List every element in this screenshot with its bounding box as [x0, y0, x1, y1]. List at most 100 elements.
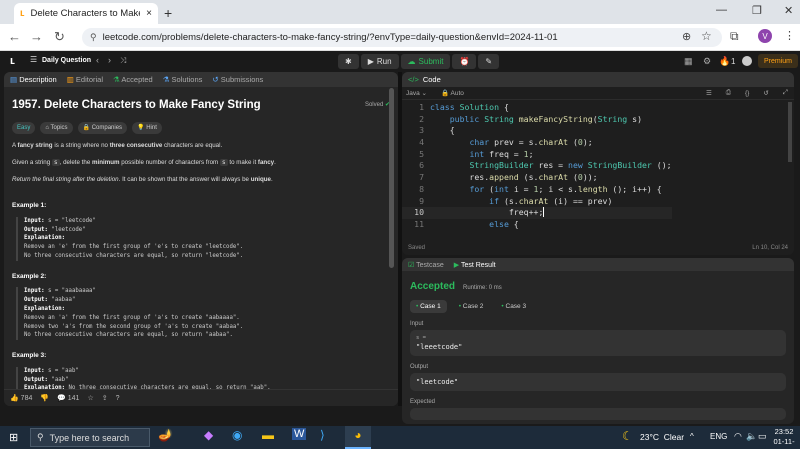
dislike-icon[interactable]: 👎: [40, 394, 49, 402]
browser-tab[interactable]: ʟ Delete Characters to Make Fanc ×: [14, 3, 158, 24]
next-problem-icon[interactable]: ›: [108, 55, 111, 65]
word-icon[interactable]: W: [292, 428, 307, 440]
flask-icon: ⚗: [113, 75, 120, 84]
chrome-taskbar-button[interactable]: ◕: [345, 426, 371, 449]
address-bar[interactable]: ⚲ leetcode.com/problems/delete-character…: [82, 28, 722, 47]
clock[interactable]: 23:52 01-11-2024: [768, 427, 800, 449]
editor-toolbar: Java ⌄ 🔒 Auto ☰ ⎙ {} ↺ ⤢: [402, 87, 794, 100]
code-line[interactable]: 6 StringBuilder res = new StringBuilder …: [402, 160, 672, 172]
tab-description[interactable]: ▤ Description: [10, 75, 57, 84]
share-icon[interactable]: ⇪: [102, 394, 108, 402]
maximize-icon[interactable]: ❐: [752, 4, 762, 17]
code-line[interactable]: 5 int freq = 1;: [402, 149, 672, 161]
tab-accepted[interactable]: ⚗ Accepted: [113, 75, 153, 84]
code-line[interactable]: 8 for (int i = 1; i < s.length (); i++) …: [402, 184, 672, 196]
site-info-icon[interactable]: ⚲: [90, 32, 97, 43]
code-line[interactable]: 7 res.append (s.charAt (0));: [402, 172, 672, 184]
case-3-tab[interactable]: • Case 3: [495, 300, 532, 313]
prev-problem-icon[interactable]: ‹: [96, 55, 99, 65]
history-icon: ↺: [212, 75, 219, 84]
vscode-icon[interactable]: ⟩: [320, 428, 325, 442]
daily-question-label[interactable]: Daily Question: [42, 57, 91, 64]
reset-icon[interactable]: ↺: [763, 89, 768, 97]
close-tab-icon[interactable]: ×: [146, 8, 152, 19]
favorite-star-icon[interactable]: ☆: [87, 394, 93, 402]
code-line[interactable]: 1 class Solution {: [402, 102, 672, 114]
format-code-icon[interactable]: {}: [745, 90, 749, 97]
tray-chevron-icon[interactable]: ^: [690, 432, 694, 441]
browser-menu-icon[interactable]: ⋮: [784, 29, 795, 42]
tab-test-result[interactable]: ▶ Test Result: [454, 261, 496, 269]
bookmark-icon[interactable]: ⎙: [726, 89, 731, 97]
zoom-icon[interactable]: ⊕: [682, 30, 691, 43]
code-line[interactable]: 3 {: [402, 125, 672, 137]
comment-icon: 💬: [57, 395, 66, 402]
profile-avatar[interactable]: V: [758, 29, 772, 43]
example-3: Example 3: Input: s = "aab" Output: "aab…: [12, 351, 390, 394]
editor-scrollbar[interactable]: [788, 102, 792, 162]
wifi-icon[interactable]: ◠: [734, 431, 742, 442]
saved-status: Saved: [408, 245, 426, 251]
extensions-icon[interactable]: ⧉: [730, 29, 739, 44]
auto-mode-toggle[interactable]: 🔒 Auto: [441, 89, 464, 97]
code-title: Code: [422, 75, 441, 84]
settings-gear-icon[interactable]: ⚙: [703, 56, 711, 67]
hint-chip[interactable]: 💡 Hint: [132, 121, 162, 135]
leetcode-logo-icon[interactable]: ʟ: [10, 55, 15, 67]
submit-label: Submit: [418, 57, 444, 66]
close-window-icon[interactable]: ✕: [784, 4, 793, 17]
code-line[interactable]: 11 else {: [402, 219, 672, 231]
battery-icon[interactable]: ▭: [758, 431, 767, 442]
companies-chip[interactable]: 🔒 Companies: [77, 121, 128, 135]
tab-submissions[interactable]: ↺ Submissions: [212, 75, 263, 84]
tab-solutions[interactable]: ⚗ Solutions: [163, 75, 203, 84]
windows-start-icon[interactable]: ⊞: [9, 431, 18, 444]
bug-icon: ✱: [345, 57, 352, 66]
new-tab-button[interactable]: +: [164, 5, 172, 21]
problem-list-icon[interactable]: ☰: [30, 55, 40, 66]
description-tabs: ▤ Description ▥ Editorial ⚗ Accepted ⚗ S…: [4, 72, 398, 87]
code-panel: </> Code Java ⌄ 🔒 Auto ☰ ⎙ {} ↺ ⤢ 1 class…: [402, 72, 794, 255]
fullscreen-icon[interactable]: ⤢: [783, 89, 788, 97]
notes-icon[interactable]: ☰: [706, 89, 712, 97]
language-indicator[interactable]: ENG: [710, 432, 727, 441]
forward-icon[interactable]: →: [30, 29, 43, 44]
layout-icon[interactable]: ▦: [684, 56, 693, 67]
tab-editorial[interactable]: ▥ Editorial: [67, 75, 103, 84]
diwali-widget-icon[interactable]: 🪔: [158, 428, 173, 442]
submit-button[interactable]: ☁ Submit: [400, 54, 451, 69]
debug-button[interactable]: ✱: [338, 54, 359, 69]
language-select[interactable]: Java ⌄: [406, 89, 427, 97]
copilot-icon[interactable]: ◆: [204, 428, 213, 442]
code-editor[interactable]: 1 class Solution { 2 public String makeFa…: [402, 102, 672, 231]
timer-button[interactable]: ⏰: [452, 54, 477, 69]
case-2-tab[interactable]: • Case 2: [453, 300, 490, 313]
case-1-tab[interactable]: • Case 1: [410, 300, 447, 313]
notes-button[interactable]: ✎: [478, 54, 500, 69]
file-explorer-icon[interactable]: ▬: [262, 428, 274, 442]
help-icon[interactable]: ?: [116, 395, 120, 402]
back-icon[interactable]: ←: [8, 29, 21, 44]
topics-chip[interactable]: ⌂ Topics: [40, 121, 73, 135]
volume-icon[interactable]: 🔈: [746, 431, 757, 442]
problem-title[interactable]: 1957. Delete Characters to Make Fancy St…: [12, 97, 261, 114]
minimize-icon[interactable]: —: [716, 4, 727, 16]
bookmark-star-icon[interactable]: ☆: [701, 29, 712, 43]
tab-testcase[interactable]: ☑ Testcase: [408, 261, 444, 269]
editor-status-bar: Saved Ln 10, Col 24: [402, 241, 794, 255]
reload-icon[interactable]: ↻: [54, 29, 65, 45]
taskbar-search[interactable]: ⚲ Type here to search: [30, 428, 150, 447]
code-line[interactable]: 4 char prev = s.charAt (0);: [402, 137, 672, 149]
premium-button[interactable]: Premium: [758, 54, 799, 68]
user-avatar[interactable]: [742, 56, 752, 66]
edge-icon[interactable]: ◉: [232, 428, 242, 442]
like-button[interactable]: 👍 784: [10, 394, 32, 402]
run-button[interactable]: ▶ Run: [360, 54, 399, 69]
description-scrollbar[interactable]: [389, 88, 394, 268]
code-line[interactable]: 2 public String makeFancyString(String s…: [402, 114, 672, 126]
code-line-active[interactable]: 10 freq++;: [402, 207, 672, 219]
comments-button[interactable]: 💬 141: [57, 394, 79, 402]
weather-text[interactable]: 23°C Clear: [640, 432, 684, 442]
code-line[interactable]: 9 if (s.charAt (i) == prev): [402, 196, 672, 208]
shuffle-icon[interactable]: ⤨: [120, 56, 126, 66]
